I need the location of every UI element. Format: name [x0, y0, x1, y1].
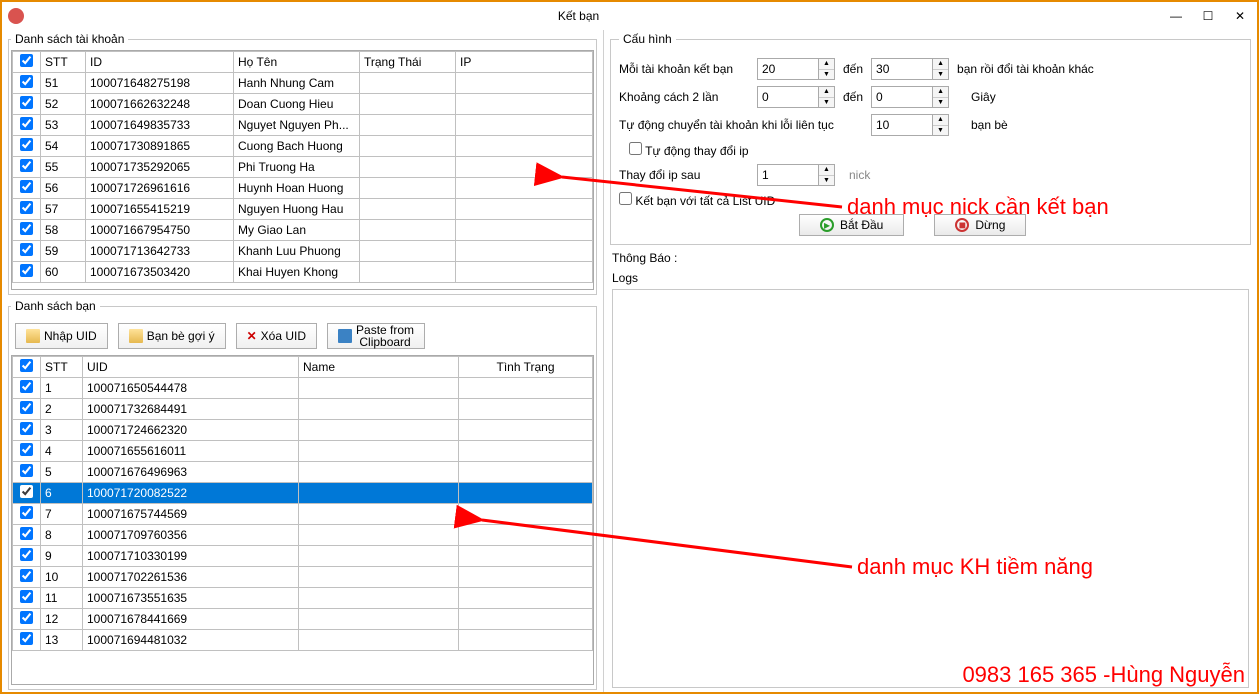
disk-icon: [338, 329, 352, 343]
accounts-check-all[interactable]: [20, 54, 33, 67]
friends-check-all[interactable]: [20, 359, 33, 372]
table-row[interactable]: 59100071713642733Khanh Luu Phuong: [13, 241, 593, 262]
label-gap: Khoảng cách 2 lần: [619, 90, 749, 104]
table-row[interactable]: 58100071667954750My Giao Lan: [13, 220, 593, 241]
friends-table: STT UID Name Tình Trạng 1100071650544478…: [12, 356, 593, 651]
table-row[interactable]: 3100071724662320: [13, 420, 593, 441]
table-row[interactable]: 1100071650544478: [13, 378, 593, 399]
stop-icon: ■: [955, 218, 969, 232]
logs-label: Logs: [612, 271, 1249, 285]
table-row[interactable]: 60100071673503420Khai Huyen Khong: [13, 262, 593, 283]
col-id[interactable]: ID: [86, 52, 234, 73]
config-legend: Cấu hình: [619, 32, 676, 46]
play-icon: ▸: [820, 218, 834, 232]
table-row[interactable]: 51100071648275198Hanh Nhung Cam: [13, 73, 593, 94]
checkbox-auto-ip[interactable]: Tự động thay đổi ip: [629, 142, 749, 158]
fcol-status[interactable]: Tình Trạng: [459, 357, 593, 378]
minimize-button[interactable]: —: [1165, 9, 1187, 23]
spin-gap-max[interactable]: ▲▼: [871, 86, 949, 108]
table-row[interactable]: 55100071735292065Phi Truong Ha: [13, 157, 593, 178]
import-uid-button[interactable]: Nhập UID: [15, 323, 108, 349]
table-row[interactable]: 2100071732684491: [13, 399, 593, 420]
fcol-name[interactable]: Name: [299, 357, 459, 378]
app-icon: [8, 8, 24, 24]
table-row[interactable]: 7100071675744569: [13, 504, 593, 525]
annotation-1: danh mục nick cần kết bạn: [847, 194, 1109, 220]
x-icon: ✕: [247, 329, 257, 343]
table-row[interactable]: 6100071720082522: [13, 483, 593, 504]
friends-fieldset: Danh sách bạn Nhập UID Bạn bè gợi ý ✕Xóa…: [8, 299, 597, 690]
spin-gap-min[interactable]: ▲▼: [757, 86, 835, 108]
table-row[interactable]: 5100071676496963: [13, 462, 593, 483]
titlebar: Kết bạn — ☐ ✕: [2, 2, 1257, 30]
checkbox-all-uid[interactable]: Kết bạn với tất cả List UID: [619, 192, 775, 208]
accounts-scroll[interactable]: STT ID Họ Tên Trạng Thái IP 511000716482…: [11, 50, 594, 290]
accounts-legend: Danh sách tài khoản: [11, 32, 128, 46]
close-button[interactable]: ✕: [1229, 9, 1251, 23]
col-name[interactable]: Họ Tên: [234, 52, 360, 73]
folder-icon: [26, 329, 40, 343]
delete-uid-button[interactable]: ✕Xóa UID: [236, 323, 317, 349]
col-stt[interactable]: STT: [41, 52, 86, 73]
table-row[interactable]: 9100071710330199: [13, 546, 593, 567]
folder-icon: [129, 329, 143, 343]
message-label: Thông Báo :: [612, 251, 1249, 265]
table-row[interactable]: 57100071655415219Nguyen Huong Hau: [13, 199, 593, 220]
table-row[interactable]: 4100071655616011: [13, 441, 593, 462]
spin-max-friends[interactable]: ▲▼: [871, 58, 949, 80]
table-row[interactable]: 11100071673551635: [13, 588, 593, 609]
fcol-uid[interactable]: UID: [83, 357, 299, 378]
window-title: Kết bạn: [32, 9, 1125, 23]
table-row[interactable]: 53100071649835733Nguyet Nguyen Ph...: [13, 115, 593, 136]
table-row[interactable]: 56100071726961616Huynh Hoan Huong: [13, 178, 593, 199]
table-row[interactable]: 52100071662632248Doan Cuong Hieu: [13, 94, 593, 115]
contact-info: 0983 165 365 -Hùng Nguyễn: [962, 662, 1245, 688]
label-per-account: Mỗi tài khoản kết bạn: [619, 62, 749, 76]
suggest-friends-button[interactable]: Bạn bè gợi ý: [118, 323, 226, 349]
paste-clipboard-button[interactable]: Paste from Clipboard: [327, 323, 425, 349]
accounts-table: STT ID Họ Tên Trạng Thái IP 511000716482…: [12, 51, 593, 283]
spin-min-friends[interactable]: ▲▼: [757, 58, 835, 80]
table-row[interactable]: 12100071678441669: [13, 609, 593, 630]
label-ip-after: Thay đổi ip sau: [619, 168, 749, 182]
friends-scroll[interactable]: STT UID Name Tình Trạng 1100071650544478…: [11, 355, 594, 685]
spin-autoswitch[interactable]: ▲▼: [871, 114, 949, 136]
logs-textarea[interactable]: [612, 289, 1249, 688]
fcol-stt[interactable]: STT: [41, 357, 83, 378]
col-status[interactable]: Trạng Thái: [360, 52, 456, 73]
annotation-2: danh mục KH tiềm năng: [857, 554, 1093, 580]
table-row[interactable]: 8100071709760356: [13, 525, 593, 546]
spin-ip-after[interactable]: ▲▼: [757, 164, 835, 186]
table-row[interactable]: 10100071702261536: [13, 567, 593, 588]
col-ip[interactable]: IP: [456, 52, 593, 73]
friends-legend: Danh sách bạn: [11, 299, 100, 313]
table-row[interactable]: 13100071694481032: [13, 630, 593, 651]
maximize-button[interactable]: ☐: [1197, 9, 1219, 23]
label-autoswitch: Tự động chuyển tài khoản khi lỗi liên tụ…: [619, 118, 859, 132]
accounts-fieldset: Danh sách tài khoản STT ID Họ Tên Trạng …: [8, 32, 597, 295]
table-row[interactable]: 54100071730891865Cuong Bach Huong: [13, 136, 593, 157]
